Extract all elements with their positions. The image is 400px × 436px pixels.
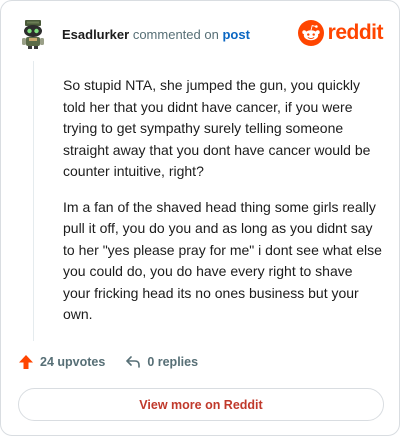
username[interactable]: Esadlurker — [62, 27, 129, 42]
reddit-snoo-icon — [297, 20, 324, 46]
comment-card: Esadlurker commented on post reddit So s… — [0, 0, 400, 436]
upvote-button[interactable]: 24 upvotes — [18, 354, 105, 370]
replies-button[interactable]: 0 replies — [125, 354, 198, 370]
brand-wordmark: reddit — [327, 21, 384, 44]
view-more-button[interactable]: View more on Reddit — [18, 388, 384, 421]
reply-count: 0 replies — [147, 355, 199, 369]
post-link[interactable]: post — [222, 27, 249, 42]
comment-paragraph: Im a fan of the shaved head thing some g… — [63, 198, 382, 323]
snoo-avatar-icon — [22, 20, 44, 49]
avatar[interactable] — [18, 19, 48, 49]
action-text: commented on — [132, 26, 219, 42]
comment-actions: 24 upvotes 0 replies — [18, 354, 198, 370]
reddit-logo[interactable]: reddit — [297, 20, 384, 46]
thread-line — [33, 61, 34, 341]
comment-paragraph: So stupid NTA, she jumped the gun, you q… — [63, 77, 371, 179]
upvote-count: 24 upvotes — [40, 355, 106, 369]
reply-arrow-icon — [126, 356, 141, 368]
comment-body: So stupid NTA, she jumped the gun, you q… — [63, 75, 383, 340]
upvote-arrow-icon — [19, 355, 33, 369]
comment-meta: Esadlurker commented on post — [62, 27, 250, 42]
comment-header: Esadlurker commented on post reddit — [18, 18, 384, 50]
